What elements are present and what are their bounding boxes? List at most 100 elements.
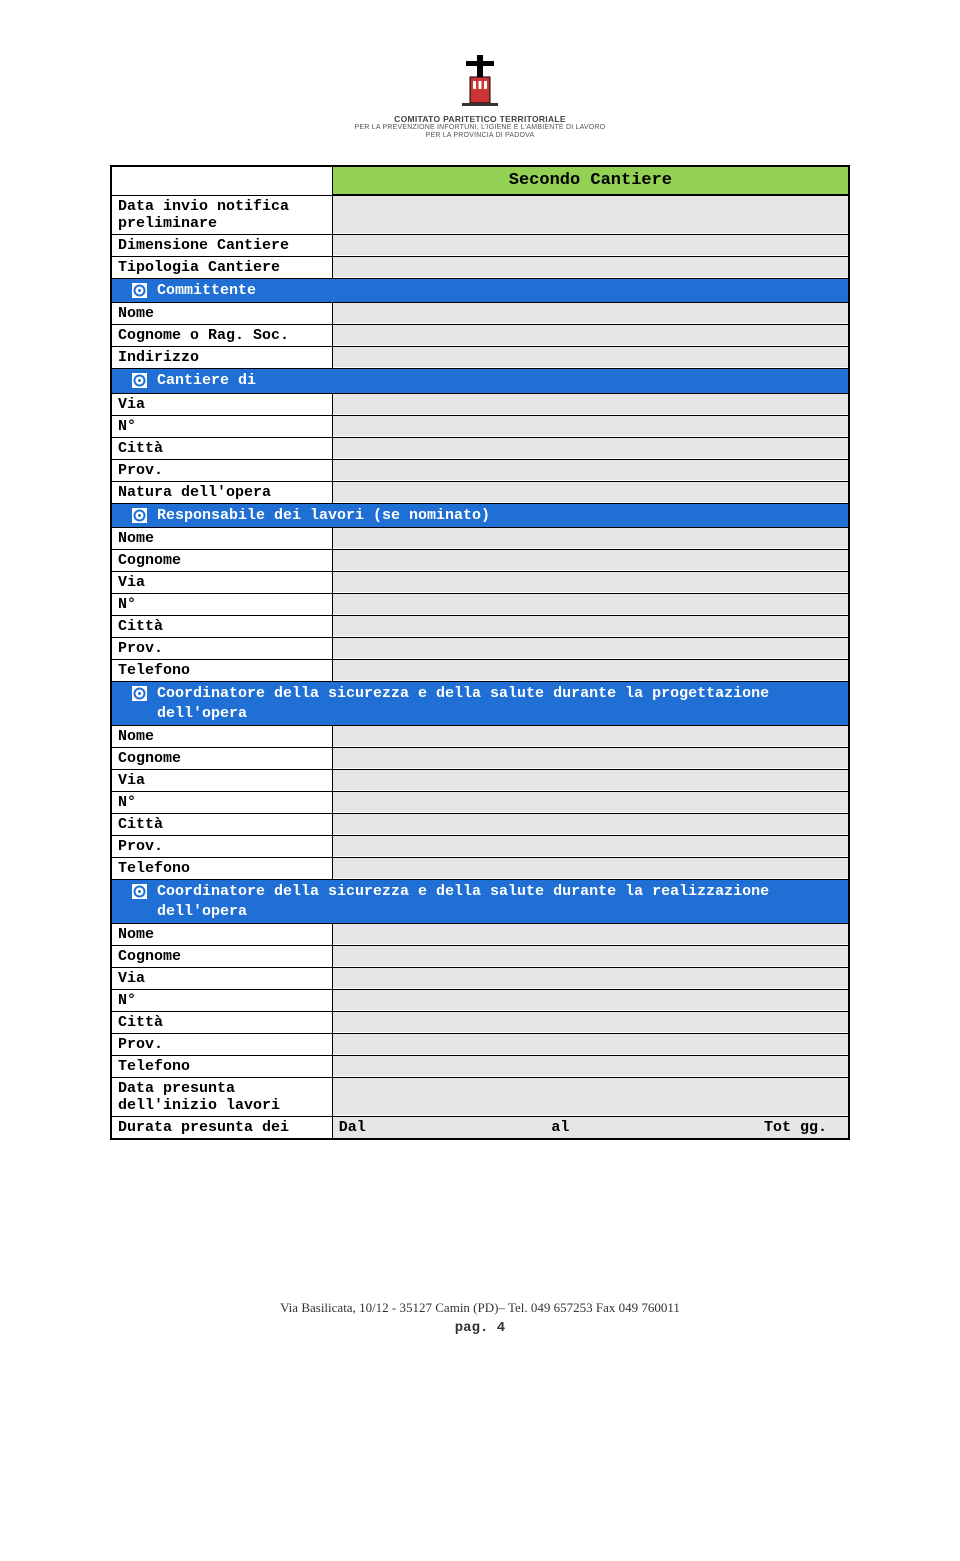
label-telefono: Telefono: [112, 1056, 333, 1077]
label-dal: Dal: [333, 1117, 393, 1138]
input-cprog-citta[interactable]: [333, 814, 848, 835]
label-cognome: Cognome: [112, 748, 333, 769]
field-row: Tipologia Cantiere: [112, 256, 848, 278]
input-al[interactable]: [605, 1117, 758, 1138]
input-creal-nome[interactable]: [333, 924, 848, 945]
wheel-icon: [132, 508, 147, 523]
label-telefono: Telefono: [112, 858, 333, 879]
input-cantiere-prov[interactable]: [333, 460, 848, 481]
wheel-icon: [132, 884, 147, 899]
label-via: Via: [112, 770, 333, 791]
label-data-presunta: Data presunta dell'inizio lavori: [112, 1078, 333, 1116]
section-title: Responsabile dei lavori (se nominato): [157, 506, 842, 526]
input-committente-cognome[interactable]: [333, 325, 848, 346]
document-header: COMITATO PARITETICO TERRITORIALE PER LA …: [110, 55, 850, 140]
input-cprog-prov[interactable]: [333, 836, 848, 857]
document-page: COMITATO PARITETICO TERRITORIALE PER LA …: [0, 0, 960, 1376]
label-via: Via: [112, 394, 333, 415]
input-cprog-cognome[interactable]: [333, 748, 848, 769]
input-resp-cognome[interactable]: [333, 550, 848, 571]
label-prov: Prov.: [112, 638, 333, 659]
input-data-invio[interactable]: [333, 196, 848, 234]
wheel-icon: [132, 283, 147, 298]
label-n: N°: [112, 594, 333, 615]
input-cprog-telefono[interactable]: [333, 858, 848, 879]
section-coord-real: Coordinatore della sicurezza e della sal…: [112, 879, 848, 923]
label-citta: Città: [112, 1012, 333, 1033]
input-creal-prov[interactable]: [333, 1034, 848, 1055]
label-citta: Città: [112, 814, 333, 835]
wheel-icon: [132, 373, 147, 388]
label-al: al: [545, 1117, 605, 1138]
label-prov: Prov.: [112, 836, 333, 857]
label-indirizzo: Indirizzo: [112, 347, 333, 368]
input-dimensione[interactable]: [333, 235, 848, 256]
input-tipologia[interactable]: [333, 257, 848, 278]
org-line2: PER LA PREVENZIONE INFORTUNI, L'IGIENE E…: [355, 124, 606, 132]
input-resp-nome[interactable]: [333, 528, 848, 549]
duration-row: Durata presunta dei Dal al Tot gg.: [112, 1116, 848, 1138]
label-prov: Prov.: [112, 460, 333, 481]
label-citta: Città: [112, 616, 333, 637]
label-cognome-rag: Cognome o Rag. Soc.: [112, 325, 333, 346]
page-footer: Via Basilicata, 10/12 - 35127 Camin (PD)…: [110, 1300, 850, 1336]
input-cantiere-via[interactable]: [333, 394, 848, 415]
form-title: Secondo Cantiere: [333, 167, 848, 195]
label-nome: Nome: [112, 726, 333, 747]
input-creal-cognome[interactable]: [333, 946, 848, 967]
label-via: Via: [112, 968, 333, 989]
section-coord-prog: Coordinatore della sicurezza e della sal…: [112, 681, 848, 725]
label-cognome: Cognome: [112, 946, 333, 967]
label-dimensione: Dimensione Cantiere: [112, 235, 333, 256]
footer-address: Via Basilicata, 10/12 - 35127 Camin (PD)…: [110, 1300, 850, 1316]
form-table: Secondo Cantiere Data invio notifica pre…: [110, 165, 850, 1141]
input-resp-n[interactable]: [333, 594, 848, 615]
field-row: Data invio notifica preliminare: [112, 195, 848, 234]
label-cognome: Cognome: [112, 550, 333, 571]
input-committente-indirizzo[interactable]: [333, 347, 848, 368]
label-data-invio: Data invio notifica preliminare: [112, 196, 333, 234]
section-responsabile: Responsabile dei lavori (se nominato): [112, 503, 848, 528]
label-n: N°: [112, 990, 333, 1011]
field-row: Dimensione Cantiere: [112, 234, 848, 256]
label-citta: Città: [112, 438, 333, 459]
input-resp-prov[interactable]: [333, 638, 848, 659]
input-cprog-n[interactable]: [333, 792, 848, 813]
label-telefono: Telefono: [112, 660, 333, 681]
label-tipologia: Tipologia Cantiere: [112, 257, 333, 278]
duration-values: Dal al Tot gg.: [333, 1117, 848, 1138]
section-title: Cantiere di: [157, 371, 842, 391]
section-title: Coordinatore della sicurezza e della sal…: [157, 882, 842, 921]
input-cprog-via[interactable]: [333, 770, 848, 791]
input-cantiere-natura[interactable]: [333, 482, 848, 503]
label-prov: Prov.: [112, 1034, 333, 1055]
label-via: Via: [112, 572, 333, 593]
input-committente-nome[interactable]: [333, 303, 848, 324]
wheel-icon: [132, 686, 147, 701]
org-line1: COMITATO PARITETICO TERRITORIALE: [355, 115, 606, 124]
input-resp-telefono[interactable]: [333, 660, 848, 681]
footer-page: pag. 4: [110, 1320, 850, 1336]
label-nome: Nome: [112, 924, 333, 945]
section-cantiere-di: Cantiere di: [112, 368, 848, 393]
title-row: Secondo Cantiere: [112, 167, 848, 195]
input-creal-citta[interactable]: [333, 1012, 848, 1033]
input-creal-telefono[interactable]: [333, 1056, 848, 1077]
label-nome: Nome: [112, 303, 333, 324]
input-cantiere-citta[interactable]: [333, 438, 848, 459]
input-creal-n[interactable]: [333, 990, 848, 1011]
input-resp-via[interactable]: [333, 572, 848, 593]
input-creal-via[interactable]: [333, 968, 848, 989]
label-durata: Durata presunta dei: [112, 1117, 333, 1138]
input-resp-citta[interactable]: [333, 616, 848, 637]
input-dal[interactable]: [393, 1117, 546, 1138]
org-line3: PER LA PROVINCIA DI PADOVA: [355, 132, 606, 140]
label-n: N°: [112, 416, 333, 437]
label-n: N°: [112, 792, 333, 813]
input-cprog-nome[interactable]: [333, 726, 848, 747]
input-cantiere-n[interactable]: [333, 416, 848, 437]
input-data-presunta[interactable]: [333, 1078, 848, 1116]
logo-icon: [458, 55, 502, 109]
label-natura: Natura dell'opera: [112, 482, 333, 503]
org-header-text: COMITATO PARITETICO TERRITORIALE PER LA …: [355, 115, 606, 140]
